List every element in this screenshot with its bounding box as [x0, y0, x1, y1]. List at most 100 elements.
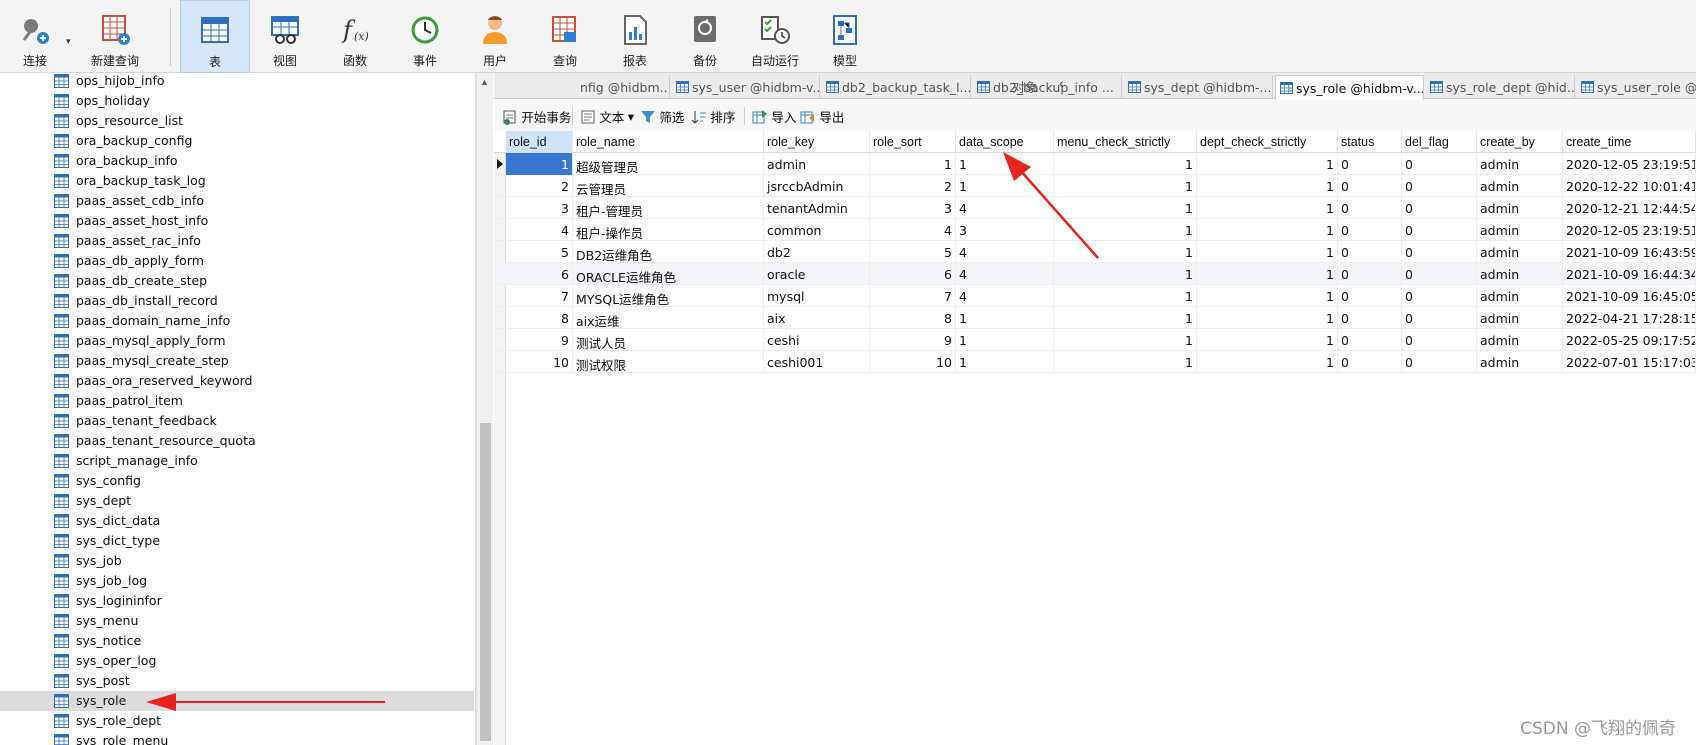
table-cell[interactable]: 6	[870, 263, 956, 285]
table-row[interactable]: 8 aix运维 aix 8 1 1 1 0 0 admin 2022-04-21 17:28:15	[494, 307, 1696, 329]
table-cell[interactable]: 1	[1197, 175, 1338, 197]
table-cell[interactable]: 7	[870, 285, 956, 307]
table-cell[interactable]: 0	[1338, 285, 1402, 307]
table-cell[interactable]: 1	[1197, 219, 1338, 241]
table-cell[interactable]: 2021-10-09 16:44:34	[1563, 263, 1696, 285]
table-cell[interactable]: admin	[1477, 329, 1563, 351]
new-query-button[interactable]: 新建查询	[74, 0, 156, 73]
table-cell[interactable]: admin	[1477, 307, 1563, 329]
table-cell[interactable]: 1	[1197, 197, 1338, 219]
table-cell[interactable]: 3	[956, 219, 1054, 241]
begin-transaction-button[interactable]: 开始事务	[502, 107, 571, 125]
tab-item[interactable]: db2_backup_info ...	[973, 75, 1122, 99]
table-cell[interactable]: 2	[506, 175, 573, 197]
table-cell[interactable]: admin	[1477, 219, 1563, 241]
tree-item[interactable]: sys_role_menu	[0, 731, 474, 745]
table-row[interactable]: 3 租户-管理员 tenantAdmin 3 4 1 1 0 0 admin 2020-12-21 …	[494, 197, 1696, 219]
table-cell[interactable]: 0	[1338, 329, 1402, 351]
table-cell[interactable]: 5	[506, 241, 573, 263]
column-header[interactable]: del_flag	[1402, 131, 1477, 153]
export-button[interactable]: 导出	[800, 107, 844, 125]
table-cell[interactable]: common	[764, 219, 870, 241]
tree-item[interactable]: sys_role	[0, 691, 474, 711]
tree-item[interactable]: sys_role_dept	[0, 711, 474, 731]
table-cell[interactable]: 租户-管理员	[573, 197, 764, 219]
table-cell[interactable]: 4	[956, 241, 1054, 263]
table-cell[interactable]: admin	[1477, 285, 1563, 307]
table-row[interactable]: 10 测试权限 ceshi001 10 1 1 1 0 0 admin 2022-07-01 15:…	[494, 351, 1696, 373]
tree-item[interactable]: sys_dict_type	[0, 531, 474, 551]
tree-item[interactable]: ops_resource_list	[0, 111, 474, 131]
tree-item[interactable]: sys_config	[0, 471, 474, 491]
table-row[interactable]: 7 MYSQL运维角色 mysql 7 4 1 1 0 0 admin 2021-10-09 16:…	[494, 285, 1696, 307]
table-cell[interactable]: 2021-10-09 16:45:05	[1563, 285, 1696, 307]
table-cell[interactable]: 1	[1054, 241, 1197, 263]
tree-item[interactable]: paas_mysql_create_step	[0, 351, 474, 371]
tab-item[interactable]: db2_backup_task_l...	[822, 75, 971, 99]
table-cell[interactable]: 0	[1338, 197, 1402, 219]
tree-item[interactable]: ora_backup_task_log	[0, 171, 474, 191]
table-cell[interactable]: mysql	[764, 285, 870, 307]
tab-item[interactable]: sys_role_dept @hid...	[1426, 75, 1575, 99]
tree-item[interactable]: sys_dict_data	[0, 511, 474, 531]
tab-item[interactable]: sys_dept @hidbm-...	[1124, 75, 1273, 99]
table-cell[interactable]: 8	[870, 307, 956, 329]
tree-item[interactable]: sys_logininfor	[0, 591, 474, 611]
filter-button[interactable]: 筛选	[640, 107, 684, 125]
tree-item[interactable]: paas_ora_reserved_keyword	[0, 371, 474, 391]
table-cell[interactable]: 10	[870, 351, 956, 373]
table-cell[interactable]: 3	[506, 197, 573, 219]
table-cell[interactable]: 1	[956, 351, 1054, 373]
table-cell[interactable]: 0	[1338, 263, 1402, 285]
table-cell[interactable]: 1	[1054, 175, 1197, 197]
table-cell[interactable]: 0	[1402, 329, 1477, 351]
tree-item[interactable]: paas_patrol_item	[0, 391, 474, 411]
table-cell[interactable]: 0	[1402, 263, 1477, 285]
table-cell[interactable]: 0	[1338, 153, 1402, 175]
table-cell[interactable]: 0	[1338, 219, 1402, 241]
table-cell[interactable]: 0	[1338, 175, 1402, 197]
table-cell[interactable]: admin	[1477, 197, 1563, 219]
table-cell[interactable]: 0	[1402, 241, 1477, 263]
tree-item[interactable]: paas_db_create_step	[0, 271, 474, 291]
import-button[interactable]: 导入	[752, 107, 796, 125]
column-header[interactable]: role_name	[573, 131, 764, 153]
tree-item[interactable]: ora_backup_info	[0, 151, 474, 171]
table-button[interactable]: 表	[180, 0, 250, 73]
table-cell[interactable]: 1	[870, 153, 956, 175]
table-cell[interactable]: 4	[956, 285, 1054, 307]
table-row[interactable]: 5 DB2运维角色 db2 5 4 1 1 0 0 admin 2021-10-09 16:43:5…	[494, 241, 1696, 263]
tree-item[interactable]: sys_job_log	[0, 571, 474, 591]
table-cell[interactable]: 0	[1338, 351, 1402, 373]
table-cell[interactable]: 0	[1402, 307, 1477, 329]
tree-scrollbar[interactable]: ▲	[476, 73, 493, 745]
table-cell[interactable]: 1	[1054, 307, 1197, 329]
table-cell[interactable]: 测试人员	[573, 329, 764, 351]
table-cell[interactable]: 1	[1197, 241, 1338, 263]
table-cell[interactable]: 1	[1197, 285, 1338, 307]
table-cell[interactable]: 1	[1054, 197, 1197, 219]
table-cell[interactable]: 0	[1402, 285, 1477, 307]
table-cell[interactable]: MYSQL运维角色	[573, 285, 764, 307]
table-cell[interactable]: ORACLE运维角色	[573, 263, 764, 285]
table-cell[interactable]: jsrccbAdmin	[764, 175, 870, 197]
table-cell[interactable]: 0	[1338, 307, 1402, 329]
table-cell[interactable]: 2022-04-21 17:28:15	[1563, 307, 1696, 329]
table-cell[interactable]: aix	[764, 307, 870, 329]
table-cell[interactable]: 0	[1402, 197, 1477, 219]
table-cell[interactable]: admin	[1477, 241, 1563, 263]
scroll-up-icon[interactable]: ▲	[480, 77, 489, 87]
table-cell[interactable]: 1	[1054, 153, 1197, 175]
tree-item[interactable]: ora_backup_config	[0, 131, 474, 151]
scrollbar-thumb[interactable]	[480, 423, 491, 741]
table-row[interactable]: 9 测试人员 ceshi 9 1 1 1 0 0 admin 2022-05-25 09:17:52	[494, 329, 1696, 351]
tree-item[interactable]: sys_oper_log	[0, 651, 474, 671]
table-cell[interactable]: 1	[1054, 351, 1197, 373]
table-cell[interactable]: 超级管理员	[573, 153, 764, 175]
column-header[interactable]: data_scope	[956, 131, 1054, 153]
backup-button[interactable]: 备份	[670, 0, 740, 73]
table-cell[interactable]: 0	[1402, 351, 1477, 373]
column-header[interactable]: role_id	[506, 131, 573, 153]
table-cell[interactable]: 1	[956, 153, 1054, 175]
table-cell[interactable]: admin	[1477, 153, 1563, 175]
